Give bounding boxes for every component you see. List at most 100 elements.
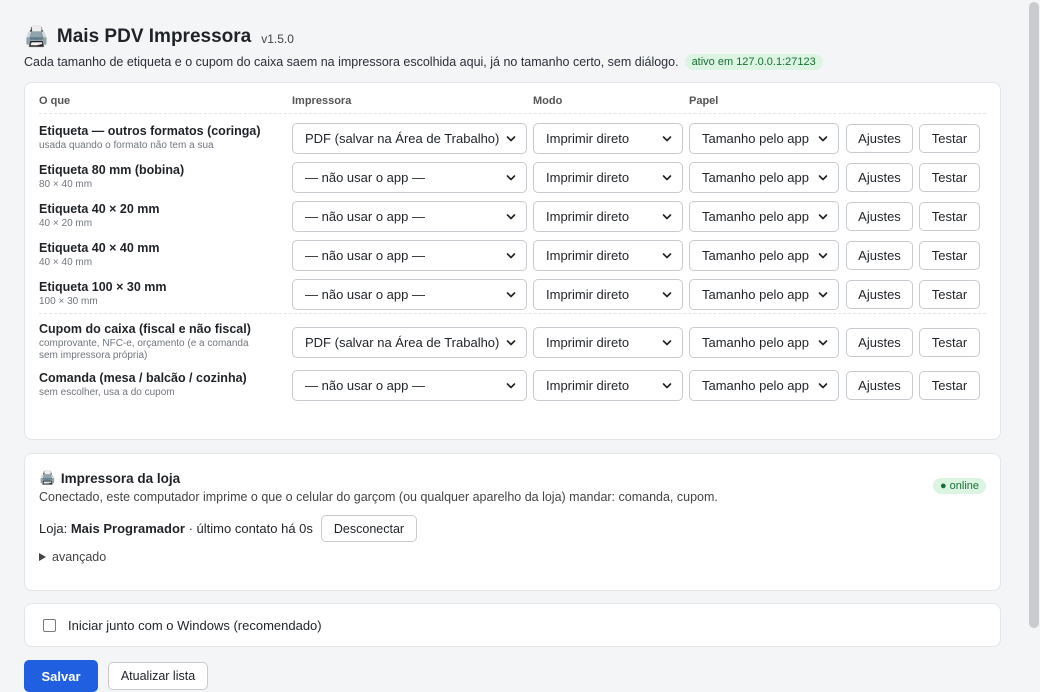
printer-select-value: — não usar o app —: [305, 209, 425, 224]
settings-button[interactable]: Ajustes: [846, 163, 913, 192]
mode-select-value: Imprimir direto: [546, 378, 630, 393]
store-name: Mais Programador: [70, 521, 185, 536]
printer-select-value: PDF (salvar na Área de Trabalho): [305, 335, 500, 350]
settings-button[interactable]: Ajustes: [846, 241, 913, 270]
store-label: Loja: Mais Programador · último contato …: [39, 521, 313, 536]
printer-select-value: — não usar o app —: [305, 248, 425, 263]
row-subtitle: 100 × 30 mm: [39, 296, 98, 307]
printer-select[interactable]: — não usar o app —: [292, 162, 527, 193]
test-button[interactable]: Testar: [919, 280, 980, 309]
online-badge: ● online: [932, 478, 986, 494]
last-contact: · último contato há 0s: [188, 521, 313, 536]
row-title: Cupom do caixa (fiscal e não fiscal): [39, 322, 251, 336]
paper-select[interactable]: Tamanho pelo app: [689, 123, 839, 154]
mode-select[interactable]: Imprimir direto: [533, 123, 683, 154]
mode-select[interactable]: Imprimir direto: [533, 240, 683, 271]
printer-icon: 🖨️: [24, 26, 49, 48]
test-button[interactable]: Testar: [919, 241, 980, 270]
store-label-text: Loja:: [39, 521, 68, 536]
chevron-down-icon: [506, 291, 516, 297]
settings-button[interactable]: Ajustes: [846, 371, 913, 400]
refresh-list-button[interactable]: Atualizar lista: [108, 662, 208, 690]
paper-select[interactable]: Tamanho pelo app: [689, 240, 839, 271]
paper-select[interactable]: Tamanho pelo app: [689, 201, 839, 232]
printer-select[interactable]: — não usar o app —: [292, 201, 527, 232]
page: 🖨️ Mais PDV Impressora v1.5.0 Cada taman…: [24, 0, 1001, 647]
settings-button[interactable]: Ajustes: [846, 124, 913, 153]
row-title: Etiqueta 100 × 30 mm: [39, 280, 167, 294]
chevron-down-icon: [818, 135, 828, 141]
test-button[interactable]: Testar: [919, 328, 980, 357]
mode-select-value: Imprimir direto: [546, 287, 630, 302]
settings-button[interactable]: Ajustes: [846, 202, 913, 231]
settings-button[interactable]: Ajustes: [846, 328, 913, 357]
mode-select[interactable]: Imprimir direto: [533, 327, 683, 358]
row-title: Comanda (mesa / balcão / cozinha): [39, 371, 247, 385]
chevron-down-icon: [818, 339, 828, 345]
settings-button[interactable]: Ajustes: [846, 280, 913, 309]
mode-select-value: Imprimir direto: [546, 335, 630, 350]
chevron-down-icon: [506, 174, 516, 180]
app-version: v1.5.0: [261, 32, 294, 46]
printer-select-value: — não usar o app —: [305, 170, 425, 185]
startup-label: Iniciar junto com o Windows (recomendado…: [68, 618, 322, 633]
test-button[interactable]: Testar: [919, 371, 980, 400]
paper-select-value: Tamanho pelo app: [702, 287, 809, 302]
advanced-toggle[interactable]: avançado: [39, 550, 106, 564]
store-printer-card: 🖨️ Impressora da loja Conectado, este co…: [24, 453, 1001, 591]
mode-select[interactable]: Imprimir direto: [533, 162, 683, 193]
printer-select-value: PDF (salvar na Área de Trabalho): [305, 131, 500, 146]
printer-select[interactable]: PDF (salvar na Área de Trabalho): [292, 123, 527, 154]
caret-right-icon: [39, 553, 46, 561]
store-printer-icon: 🖨️: [39, 470, 56, 485]
chevron-down-icon: [818, 252, 828, 258]
printer-select[interactable]: — não usar o app —: [292, 240, 527, 271]
subtitle-text: Cada tamanho de etiqueta e o cupom do ca…: [24, 55, 679, 69]
printer-select-value: — não usar o app —: [305, 287, 425, 302]
chevron-down-icon: [662, 382, 672, 388]
store-printer-title-text: Impressora da loja: [60, 470, 181, 486]
chevron-down-icon: [818, 291, 828, 297]
scrollbar[interactable]: [1029, 2, 1039, 628]
header-mode: Modo: [533, 95, 563, 107]
mode-select[interactable]: Imprimir direto: [533, 279, 683, 310]
printer-select[interactable]: — não usar o app —: [292, 370, 527, 401]
paper-select[interactable]: Tamanho pelo app: [689, 327, 839, 358]
chevron-down-icon: [506, 135, 516, 141]
test-button[interactable]: Testar: [919, 124, 980, 153]
mode-select-value: Imprimir direto: [546, 131, 630, 146]
printer-select[interactable]: PDF (salvar na Área de Trabalho): [292, 327, 527, 358]
mode-select-value: Imprimir direto: [546, 209, 630, 224]
mode-select-value: Imprimir direto: [546, 248, 630, 263]
paper-select[interactable]: Tamanho pelo app: [689, 162, 839, 193]
paper-select[interactable]: Tamanho pelo app: [689, 370, 839, 401]
table-row: Comanda (mesa / balcão / cozinha) sem esc…: [25, 370, 1000, 402]
test-button[interactable]: Testar: [919, 202, 980, 231]
chevron-down-icon: [506, 339, 516, 345]
disconnect-button[interactable]: Desconectar: [320, 515, 418, 542]
test-button[interactable]: Testar: [919, 163, 980, 192]
save-button[interactable]: Salvar: [24, 660, 98, 692]
header-paper: Papel: [689, 95, 719, 107]
startup-checkbox[interactable]: [43, 619, 56, 632]
paper-select-value: Tamanho pelo app: [702, 209, 809, 224]
row-subtitle: 80 × 40 mm: [39, 179, 93, 190]
row-title: Etiqueta — outros formatos (coringa): [39, 124, 261, 138]
chevron-down-icon: [506, 213, 516, 219]
row-title: Etiqueta 40 × 20 mm: [39, 202, 160, 216]
chevron-down-icon: [662, 339, 672, 345]
table-row: Cupom do caixa (fiscal e não fiscal) comp…: [25, 322, 1000, 361]
table-row: Etiqueta 40 × 40 mm 40 × 40 mm — não usar …: [25, 240, 1000, 272]
startup-option[interactable]: Iniciar junto com o Windows (recomendado…: [43, 618, 322, 633]
advanced-label: avançado: [52, 550, 107, 564]
mode-select[interactable]: Imprimir direto: [533, 370, 683, 401]
store-printer-description: Conectado, este computador imprime o que…: [39, 490, 718, 504]
mode-select[interactable]: Imprimir direto: [533, 201, 683, 232]
paper-select[interactable]: Tamanho pelo app: [689, 279, 839, 310]
row-title: Etiqueta 40 × 40 mm: [39, 241, 160, 255]
printer-select[interactable]: — não usar o app —: [292, 279, 527, 310]
divider: [39, 113, 986, 114]
paper-select-value: Tamanho pelo app: [702, 170, 809, 185]
store-line: Loja: Mais Programador · último contato …: [39, 515, 418, 542]
chevron-down-icon: [662, 213, 672, 219]
